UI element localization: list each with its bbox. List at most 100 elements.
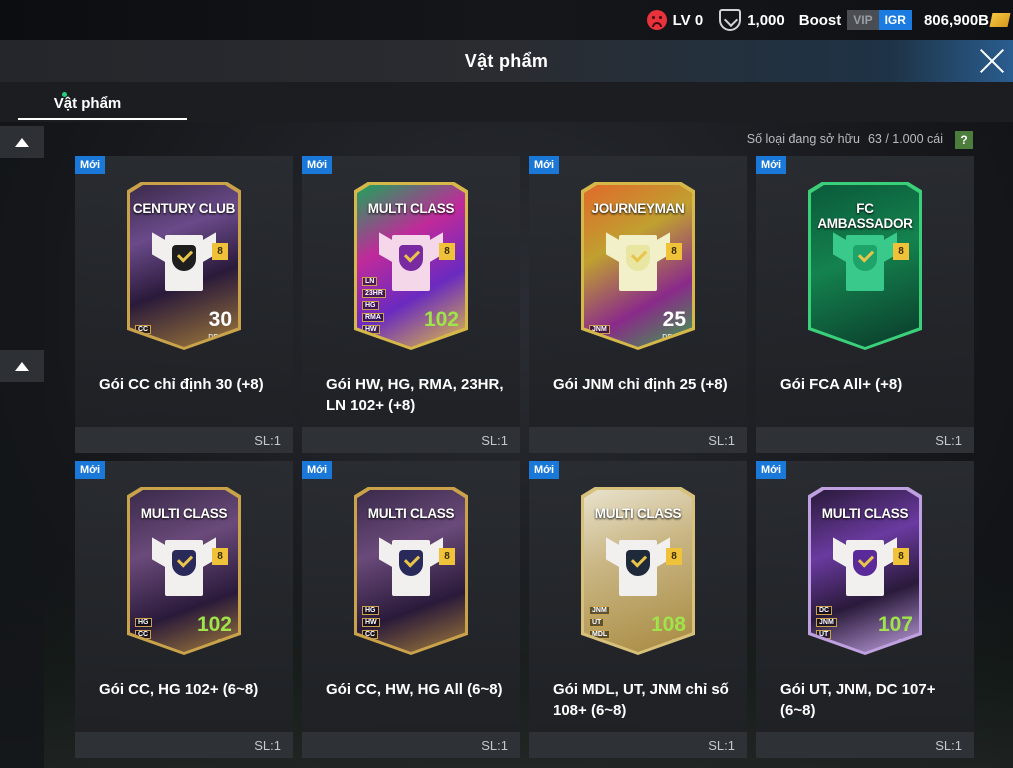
pack-art: FC AMBASSADOR 8 (808, 182, 922, 350)
item-card[interactable]: Mới MULTI CLASS 8 DC JNM UT 107 OVR Gói UT… (756, 461, 974, 758)
new-badge: Mới (75, 156, 106, 174)
card-number: 108 OVR (650, 613, 686, 652)
jersey-icon (833, 231, 897, 291)
upgrade-level-badge: 8 (212, 243, 228, 260)
position-tag: 23HR (362, 289, 386, 298)
page-title: Vật phẩm (464, 50, 549, 71)
item-card[interactable]: Mới MULTI CLASS 8 JNM UT MDL 108 OVR Gói M… (529, 461, 747, 758)
item-footer: SL:1 (756, 427, 974, 453)
card-number-value: 102 (423, 308, 459, 331)
new-badge: Mới (75, 461, 106, 479)
new-badge: Mới (529, 461, 560, 479)
item-name: Gói FCA All+ (+8) (780, 376, 903, 393)
pack-card-title: MULTI CLASS (140, 506, 228, 521)
position-tag: HG (135, 618, 152, 627)
jersey-icon (379, 536, 443, 596)
upgrade-level-badge: 8 (893, 548, 909, 565)
card-number: 102 OVR (423, 308, 459, 347)
item-card[interactable]: Mới FC AMBASSADOR 8 Gói FCA All+ (+8) SL… (756, 156, 974, 453)
triangle-up-icon (15, 137, 29, 147)
level-text: LV 0 (672, 11, 704, 29)
currency-icon (989, 13, 1011, 27)
card-number-value: 108 (650, 613, 686, 636)
new-badge: Mới (756, 461, 787, 479)
position-tag: UT (589, 618, 605, 627)
position-tag: DC (816, 606, 833, 615)
jersey-icon (606, 231, 670, 291)
status-bar: LV 0 1,000 Boost VIP IGR 806,900B (0, 0, 1013, 40)
item-card[interactable]: Mới MULTI CLASS 8 HG CC 102 OVR Gói CC, H… (75, 461, 293, 758)
jersey-icon (606, 536, 670, 596)
tab-items[interactable]: Vật phẩm (18, 88, 187, 120)
new-badge: Mới (302, 156, 333, 174)
position-tag: CC (135, 325, 152, 334)
upgrade-level-badge: 8 (666, 548, 682, 565)
close-icon[interactable] (979, 48, 1005, 74)
crest-icon (853, 245, 877, 271)
crest-icon (172, 550, 196, 576)
item-quantity: SL:1 (254, 737, 281, 753)
pack-art-bg: MULTI CLASS 8 HG HW CC (357, 490, 465, 652)
new-dot-icon (62, 92, 67, 97)
scroll-up-button[interactable] (0, 126, 44, 158)
item-card[interactable]: Mới MULTI CLASS 8 HG HW CC Gói CC, HW, HG … (302, 461, 520, 758)
jersey-icon (152, 536, 216, 596)
pack-art: JOURNEYMAN 8 JNM 25 DRAFT (581, 182, 695, 350)
pack-art-bg: MULTI CLASS 8 HG CC 102 OVR (130, 490, 238, 652)
position-tag: MDL (589, 630, 611, 639)
position-tag: JNM (816, 618, 837, 627)
pack-art: MULTI CLASS 8 JNM UT MDL 108 OVR (581, 487, 695, 655)
help-icon[interactable]: ? (955, 131, 973, 149)
item-card[interactable]: Mới CENTURY CLUB 8 CC 30 DRAFT Gói CC ch… (75, 156, 293, 453)
card-number-sub: OVR (216, 639, 232, 646)
currency-text: 806,900B (923, 11, 989, 29)
item-footer: SL:1 (302, 427, 520, 453)
pack-card-title: MULTI CLASS (367, 506, 455, 521)
boost-text[interactable]: Boost (799, 12, 842, 29)
item-footer: SL:1 (75, 427, 293, 453)
scroll-up-button-2[interactable] (0, 350, 44, 382)
crest-icon (853, 550, 877, 576)
item-name: Gói CC chỉ định 30 (+8) (99, 376, 264, 393)
triangle-up-icon (15, 361, 29, 371)
position-tag: CC (362, 630, 379, 639)
pack-card-title: MULTI CLASS (594, 506, 682, 521)
item-quantity: SL:1 (481, 432, 508, 448)
mood-icon (646, 10, 667, 30)
owned-label: Số loại đang sở hữu (746, 132, 860, 146)
crest-icon (626, 550, 650, 576)
pack-art: MULTI CLASS 8 LN 23HR HG RMA HW 102 OVR (354, 182, 468, 350)
pack-card-title: MULTI CLASS (821, 506, 909, 521)
item-name: Gói CC, HG 102+ (6~8) (99, 681, 259, 698)
position-tag: HG (362, 606, 379, 615)
item-name: Gói UT, JNM, DC 107+ (6~8) (780, 681, 936, 719)
item-quantity: SL:1 (481, 737, 508, 753)
position-tag: JNM (589, 606, 610, 615)
crest-icon (399, 550, 423, 576)
owned-count: Số loại đang sở hữu 63 / 1.000 cái (747, 132, 943, 146)
item-card[interactable]: Mới JOURNEYMAN 8 JNM 25 DRAFT Gói JNM ch… (529, 156, 747, 453)
title-bar: Vật phẩm (0, 40, 1013, 82)
item-card[interactable]: Mới MULTI CLASS 8 LN 23HR HG RMA HW 102 OVR … (302, 156, 520, 453)
position-tag: LN (362, 277, 378, 286)
vip-badge: VIP (847, 10, 879, 30)
item-name: Gói JNM chỉ định 25 (+8) (553, 376, 728, 393)
card-number-sub: OVR (670, 639, 686, 646)
position-tag: HG (362, 301, 379, 310)
jersey-icon (152, 231, 216, 291)
card-number-value: 102 (196, 613, 232, 636)
new-badge: Mới (756, 156, 787, 174)
item-footer: SL:1 (529, 427, 747, 453)
pack-art-bg: FC AMBASSADOR 8 (811, 185, 919, 347)
pack-art-bg: MULTI CLASS 8 LN 23HR HG RMA HW 102 OVR (357, 185, 465, 347)
shield-icon (719, 9, 742, 31)
points-text: 1,000 (747, 11, 785, 29)
item-footer: SL:1 (75, 732, 293, 758)
crest-icon (626, 245, 650, 271)
position-tag: JNM (589, 325, 610, 334)
igr-badge: IGR (878, 10, 912, 30)
upgrade-level-badge: 8 (439, 548, 455, 565)
left-rail (0, 122, 44, 768)
upgrade-level-badge: 8 (212, 548, 228, 565)
upgrade-level-badge: 8 (893, 243, 909, 260)
